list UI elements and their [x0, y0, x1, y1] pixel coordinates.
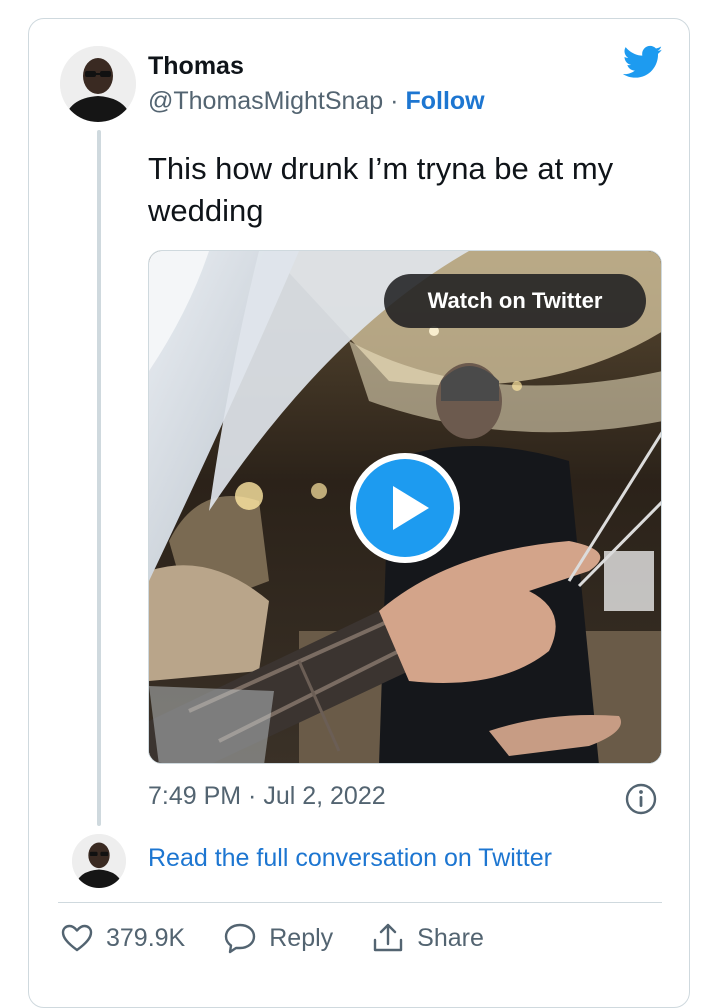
like-button[interactable]: 379.9K: [60, 923, 185, 953]
twitter-bird-icon[interactable]: [620, 42, 666, 82]
thread-line: [97, 130, 101, 826]
share-icon: [373, 923, 403, 952]
small-author-avatar[interactable]: [72, 834, 126, 888]
author-handle-row: @ThomasMightSnap · Follow: [148, 87, 485, 116]
heart-icon: [61, 924, 93, 952]
watch-on-twitter-button[interactable]: Watch on Twitter: [384, 274, 646, 328]
reply-button[interactable]: Reply: [223, 922, 333, 954]
follow-button[interactable]: Follow: [405, 87, 484, 115]
tweet-text: This how drunk I’m tryna be at my weddin…: [148, 151, 614, 228]
handle-separator: ·: [390, 87, 399, 115]
share-label: Share: [417, 923, 484, 952]
share-button[interactable]: Share: [371, 922, 484, 954]
tweet-actions-bar: 379.9K Reply Share: [60, 918, 522, 958]
author-handle[interactable]: @ThomasMightSnap: [148, 87, 383, 115]
actions-divider: [58, 902, 662, 903]
play-icon[interactable]: [347, 450, 463, 566]
like-count: 379.9K: [106, 923, 186, 952]
reply-label: Reply: [269, 923, 334, 952]
info-icon[interactable]: [624, 782, 658, 816]
tweet-timestamp[interactable]: 7:49 PM · Jul 2, 2022: [148, 782, 386, 811]
reply-icon: [225, 923, 256, 954]
read-full-conversation-link[interactable]: Read the full conversation on Twitter: [148, 844, 552, 873]
author-name[interactable]: Thomas: [148, 52, 244, 81]
author-avatar[interactable]: [60, 46, 136, 122]
